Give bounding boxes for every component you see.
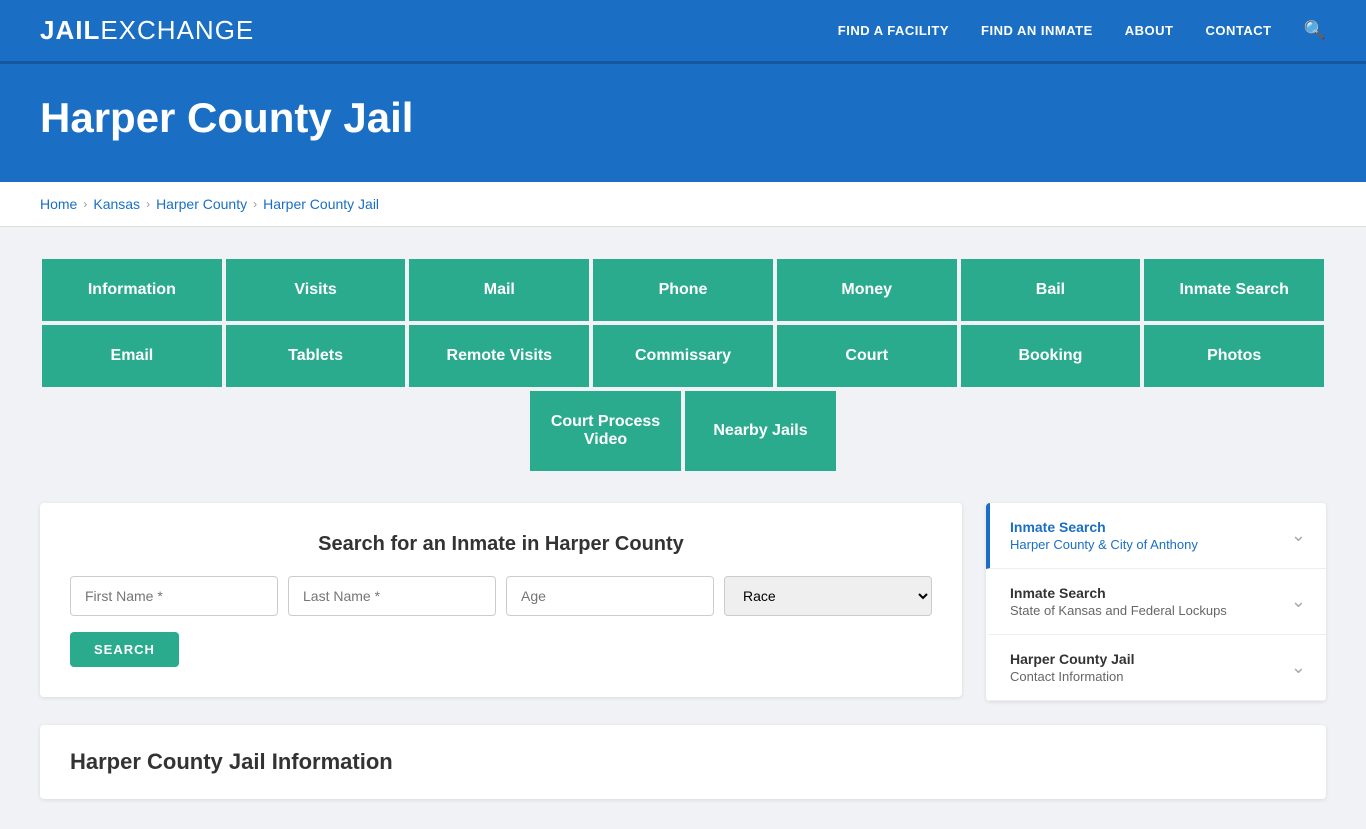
sidebar-item-subtitle-harper: Harper County & City of Anthony [1010,537,1198,552]
btn-bail[interactable]: Bail [959,257,1143,323]
sidebar: Inmate Search Harper County & City of An… [986,503,1326,701]
chevron-down-icon-1: ⌄ [1291,525,1306,546]
btn-commissary[interactable]: Commissary [591,323,775,389]
nav-menu: FIND A FACILITY FIND AN INMATE ABOUT CON… [838,20,1326,41]
sidebar-item-inmate-search-harper[interactable]: Inmate Search Harper County & City of An… [986,503,1326,569]
btn-photos[interactable]: Photos [1142,323,1326,389]
btn-information[interactable]: Information [40,257,224,323]
btn-nearby-jails[interactable]: Nearby Jails [683,389,838,473]
search-panel: Search for an Inmate in Harper County Ra… [40,503,962,697]
sidebar-item-subtitle-kansas: State of Kansas and Federal Lockups [1010,603,1227,618]
btn-phone[interactable]: Phone [591,257,775,323]
nav-link-contact[interactable]: CONTACT [1205,23,1271,38]
btn-booking[interactable]: Booking [959,323,1143,389]
nav-item-search[interactable]: 🔍 [1304,20,1326,41]
sidebar-item-subtitle-contact: Contact Information [1010,669,1134,684]
nav-link-about[interactable]: ABOUT [1125,23,1174,38]
last-name-input[interactable] [288,576,496,616]
breadcrumb-home[interactable]: Home [40,196,77,212]
btn-court[interactable]: Court [775,323,959,389]
btn-visits[interactable]: Visits [224,257,408,323]
sidebar-item-inmate-search-kansas[interactable]: Inmate Search State of Kansas and Federa… [986,569,1326,635]
btn-court-process-video[interactable]: Court Process Video [528,389,683,473]
btn-tablets[interactable]: Tablets [224,323,408,389]
nav-item-about[interactable]: ABOUT [1125,22,1174,40]
nav-item-find-facility[interactable]: FIND A FACILITY [838,22,949,40]
nav-item-find-inmate[interactable]: FIND AN INMATE [981,22,1093,40]
age-input[interactable] [506,576,714,616]
breadcrumb: Home › Kansas › Harper County › Harper C… [40,196,1326,212]
chevron-down-icon-3: ⌄ [1291,657,1306,678]
logo-exchange: EXCHANGE [100,15,254,46]
hero-section: Harper County Jail [0,64,1366,182]
sidebar-item-title-contact: Harper County Jail [1010,651,1134,667]
content-row: Search for an Inmate in Harper County Ra… [40,503,1326,701]
first-name-input[interactable] [70,576,278,616]
nav-item-contact[interactable]: CONTACT [1205,22,1271,40]
nav-link-find-inmate[interactable]: FIND AN INMATE [981,23,1093,38]
search-icon-button[interactable]: 🔍 [1304,20,1326,41]
grid-row-2: Email Tablets Remote Visits Commissary C… [40,323,1326,389]
logo-jail: JAIL [40,15,100,46]
breadcrumb-current[interactable]: Harper County Jail [263,196,379,212]
main-content: Information Visits Mail Phone Money Bail… [0,227,1366,829]
nav-link-find-facility[interactable]: FIND A FACILITY [838,23,949,38]
navbar: JAILEXCHANGE FIND A FACILITY FIND AN INM… [0,0,1366,64]
search-button[interactable]: SEARCH [70,632,179,667]
sidebar-item-text-harper: Inmate Search Harper County & City of An… [1010,519,1198,552]
breadcrumb-sep-3: › [253,197,257,211]
info-section-title: Harper County Jail Information [70,749,1296,775]
breadcrumb-sep-2: › [146,197,150,211]
breadcrumb-sep-1: › [83,197,87,211]
info-section: Harper County Jail Information [40,725,1326,799]
grid-row-3: Court Process Video Nearby Jails [40,389,1326,473]
breadcrumb-kansas[interactable]: Kansas [93,196,140,212]
breadcrumb-harper-county[interactable]: Harper County [156,196,247,212]
btn-money[interactable]: Money [775,257,959,323]
btn-email[interactable]: Email [40,323,224,389]
sidebar-item-contact-info[interactable]: Harper County Jail Contact Information ⌄ [986,635,1326,701]
chevron-down-icon-2: ⌄ [1291,591,1306,612]
feature-grid: Information Visits Mail Phone Money Bail… [40,257,1326,473]
sidebar-item-text-contact: Harper County Jail Contact Information [1010,651,1134,684]
btn-remote-visits[interactable]: Remote Visits [407,323,591,389]
sidebar-item-title-kansas: Inmate Search [1010,585,1227,601]
btn-inmate-search[interactable]: Inmate Search [1142,257,1326,323]
page-title: Harper County Jail [40,94,1326,142]
grid-row-1: Information Visits Mail Phone Money Bail… [40,257,1326,323]
breadcrumb-bar: Home › Kansas › Harper County › Harper C… [0,182,1366,227]
race-select[interactable]: Race White Black Hispanic Asian Other [724,576,932,616]
search-form: Race White Black Hispanic Asian Other [70,576,932,616]
site-logo[interactable]: JAILEXCHANGE [40,15,254,46]
btn-mail[interactable]: Mail [407,257,591,323]
search-title: Search for an Inmate in Harper County [70,533,932,556]
sidebar-item-text-kansas: Inmate Search State of Kansas and Federa… [1010,585,1227,618]
sidebar-item-title-harper: Inmate Search [1010,519,1198,535]
